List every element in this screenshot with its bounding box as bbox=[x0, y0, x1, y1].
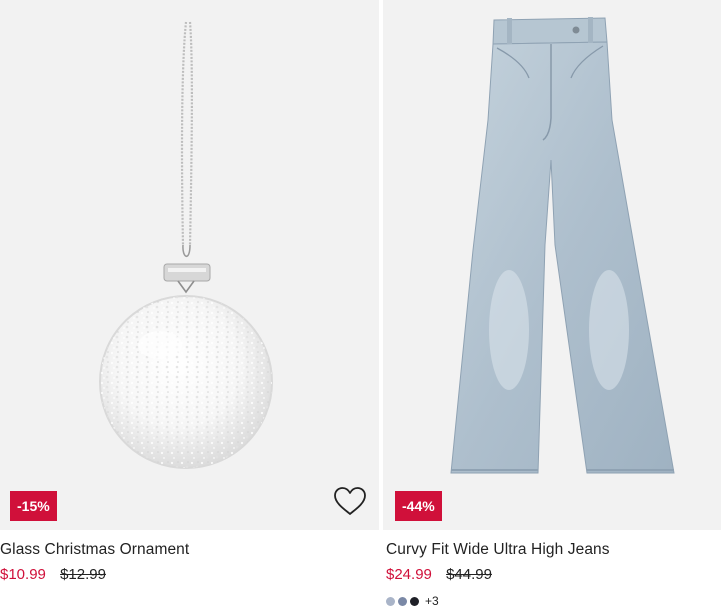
jeans-illustration bbox=[450, 17, 675, 474]
discount-badge: -44% bbox=[395, 491, 442, 521]
product-image-jeans[interactable]: -44% bbox=[383, 0, 721, 530]
product-grid: -15% Glass Christmas Ornament $10.99 $12… bbox=[0, 0, 721, 611]
discount-badge: -15% bbox=[10, 491, 57, 521]
favorite-button[interactable] bbox=[331, 484, 369, 518]
product-image-ornament[interactable]: -15% bbox=[0, 0, 379, 530]
original-price: $12.99 bbox=[60, 566, 106, 583]
color-swatch-black[interactable] bbox=[410, 596, 419, 606]
color-swatch-blue[interactable] bbox=[398, 596, 407, 606]
product-card-ornament[interactable]: -15% Glass Christmas Ornament $10.99 $12… bbox=[0, 0, 379, 583]
original-price: $44.99 bbox=[446, 566, 492, 583]
price-row: $24.99 $44.99 bbox=[386, 566, 492, 583]
color-swatches: +3 bbox=[386, 594, 439, 608]
product-name[interactable]: Glass Christmas Ornament bbox=[0, 541, 189, 559]
sale-price: $10.99 bbox=[0, 566, 46, 583]
product-name[interactable]: Curvy Fit Wide Ultra High Jeans bbox=[386, 541, 610, 559]
more-colors-count[interactable]: +3 bbox=[425, 594, 439, 608]
heart-outline-icon bbox=[334, 487, 366, 515]
product-card-jeans[interactable]: -44% Curvy Fit Wide Ultra High Jeans $24… bbox=[383, 0, 721, 608]
sale-price: $24.99 bbox=[386, 566, 432, 583]
color-swatch-light-blue[interactable] bbox=[386, 596, 395, 606]
ornament-illustration bbox=[99, 21, 273, 469]
price-row: $10.99 $12.99 bbox=[0, 566, 106, 583]
